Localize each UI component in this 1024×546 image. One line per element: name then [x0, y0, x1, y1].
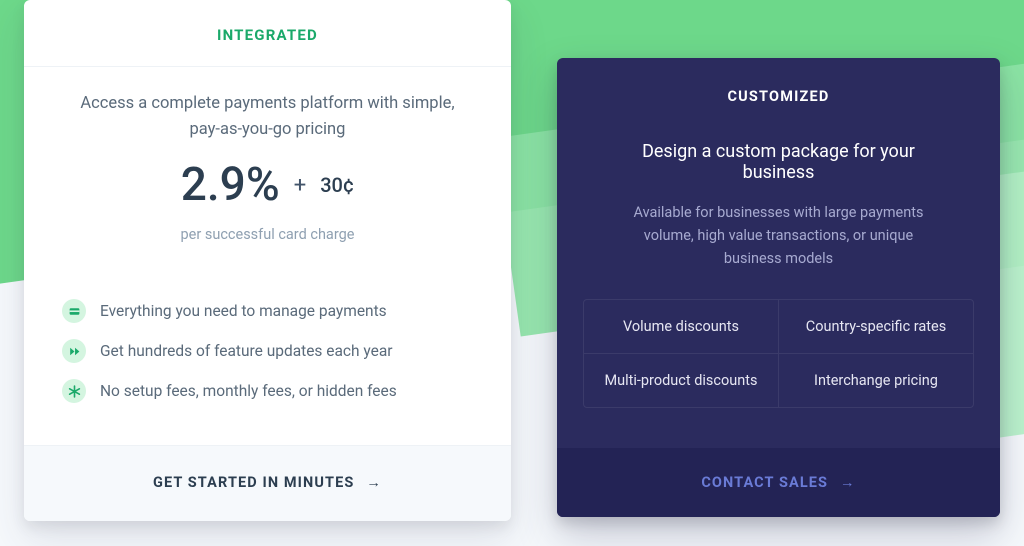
- grid-row: Multi-product discounts Interchange pric…: [584, 353, 973, 407]
- integrated-cents: 30¢: [320, 173, 354, 197]
- grid-row: Volume discounts Country-specific rates: [584, 300, 973, 353]
- get-started-button[interactable]: GET STARTED IN MINUTES →: [24, 445, 511, 521]
- get-started-label: GET STARTED IN MINUTES: [153, 474, 354, 491]
- grid-cell: Country-specific rates: [778, 300, 973, 353]
- feature-item: No setup fees, monthly fees, or hidden f…: [62, 379, 473, 403]
- integrated-plan-card: INTEGRATED Access a complete payments pl…: [24, 0, 511, 521]
- integrated-title: INTEGRATED: [44, 26, 491, 44]
- arrow-right-icon: →: [366, 474, 382, 491]
- asterisk-icon: [62, 379, 86, 403]
- wallet-icon: [62, 299, 86, 323]
- fast-forward-icon: [62, 339, 86, 363]
- page-background: INTEGRATED Access a complete payments pl…: [0, 0, 1024, 546]
- contact-sales-button[interactable]: CONTACT SALES →: [557, 448, 1000, 517]
- arrow-right-icon: →: [840, 474, 856, 491]
- grid-cell: Multi-product discounts: [584, 353, 778, 407]
- feature-text: Get hundreds of feature updates each yea…: [100, 342, 393, 360]
- contact-sales-label: CONTACT SALES: [701, 474, 828, 491]
- grid-cell: Volume discounts: [584, 300, 778, 353]
- integrated-percent: 2.9%: [181, 158, 280, 212]
- integrated-body: Access a complete payments platform with…: [24, 67, 511, 253]
- customized-feature-grid: Volume discounts Country-specific rates …: [583, 299, 974, 408]
- grid-cell: Interchange pricing: [778, 353, 973, 407]
- feature-item: Get hundreds of feature updates each yea…: [62, 339, 473, 363]
- integrated-feature-list: Everything you need to manage payments G…: [24, 253, 511, 445]
- integrated-price: 2.9% + 30¢: [62, 158, 473, 212]
- customized-lead: Design a custom package for your busines…: [577, 141, 980, 183]
- customized-title: CUSTOMIZED: [577, 88, 980, 105]
- customized-subtext: Available for businesses with large paym…: [577, 201, 980, 271]
- pricing-cards-row: INTEGRATED Access a complete payments pl…: [0, 0, 1024, 546]
- integrated-per-charge: per successful card charge: [62, 226, 473, 243]
- feature-item: Everything you need to manage payments: [62, 299, 473, 323]
- integrated-header: INTEGRATED: [24, 0, 511, 67]
- plus-sign: +: [294, 173, 306, 198]
- feature-text: No setup fees, monthly fees, or hidden f…: [100, 382, 397, 400]
- integrated-lead: Access a complete payments platform with…: [77, 91, 457, 142]
- customized-plan-card: CUSTOMIZED Design a custom package for y…: [557, 58, 1000, 517]
- customized-header: CUSTOMIZED Design a custom package for y…: [557, 58, 1000, 271]
- feature-text: Everything you need to manage payments: [100, 302, 387, 320]
